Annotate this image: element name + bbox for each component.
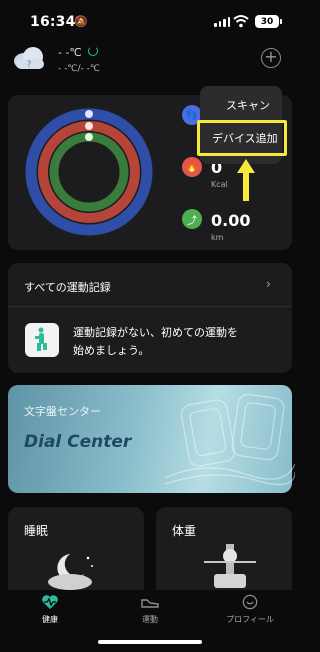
- runner-icon: [25, 323, 59, 357]
- calorie-unit: Kcal: [211, 180, 228, 189]
- home-indicator: [98, 640, 202, 644]
- refresh-icon[interactable]: [88, 46, 98, 56]
- distance-icon: ⤴: [182, 209, 202, 229]
- divider: [8, 306, 292, 307]
- tab-profile[interactable]: プロフィール: [210, 594, 290, 625]
- no-records-line2: 始めましょう。: [73, 344, 150, 357]
- dial-center-label-jp: 文字盤センター: [24, 405, 101, 418]
- records-title: すべての運動記録: [24, 281, 111, 294]
- cloud-weather-icon: ?: [14, 47, 44, 70]
- add-menu-button[interactable]: +: [261, 48, 281, 68]
- wifi-icon: [233, 15, 249, 28]
- menu-item-add-device[interactable]: デバイス追加: [212, 130, 278, 146]
- status-time: 16:34: [30, 14, 76, 30]
- bell-off-icon: 🔕: [74, 15, 88, 28]
- heart-icon: [42, 595, 58, 609]
- distance-unit: km: [211, 233, 224, 242]
- tab-health-label: 健康: [42, 615, 58, 624]
- temperature-range: - -℃/- -℃: [58, 64, 100, 74]
- svg-text:?: ?: [27, 60, 32, 70]
- watch-illustration: [165, 393, 295, 486]
- tab-exercise[interactable]: 運動: [110, 594, 190, 625]
- activity-rings: [25, 108, 153, 236]
- battery-indicator: 30: [255, 15, 282, 28]
- weight-title: 体重: [172, 524, 197, 538]
- arrow-up-icon: [237, 159, 255, 201]
- distance-value: 0.00: [211, 211, 251, 230]
- dial-center-label-en: Dial Center: [24, 432, 132, 452]
- face-icon: [242, 594, 258, 610]
- tab-profile-label: プロフィール: [226, 615, 274, 624]
- sleep-title: 睡眠: [24, 524, 49, 538]
- moon-icon: [48, 554, 93, 590]
- tab-exercise-label: 運動: [142, 615, 158, 624]
- no-records-message: 運動記録がない、初めての運動を 始めましょう。: [73, 324, 273, 360]
- current-temperature: - -℃: [58, 46, 82, 59]
- no-records-line1: 運動記録がない、初めての運動を: [73, 326, 238, 339]
- menu-item-scan[interactable]: スキャン: [226, 97, 270, 113]
- cellular-signal-icon: [214, 16, 230, 27]
- chevron-right-icon[interactable]: ›: [266, 277, 271, 291]
- calorie-flame-icon: 🔥: [182, 157, 202, 177]
- tab-health[interactable]: 健康: [10, 594, 90, 625]
- shoe-icon: [141, 599, 159, 608]
- scale-icon: [204, 544, 256, 588]
